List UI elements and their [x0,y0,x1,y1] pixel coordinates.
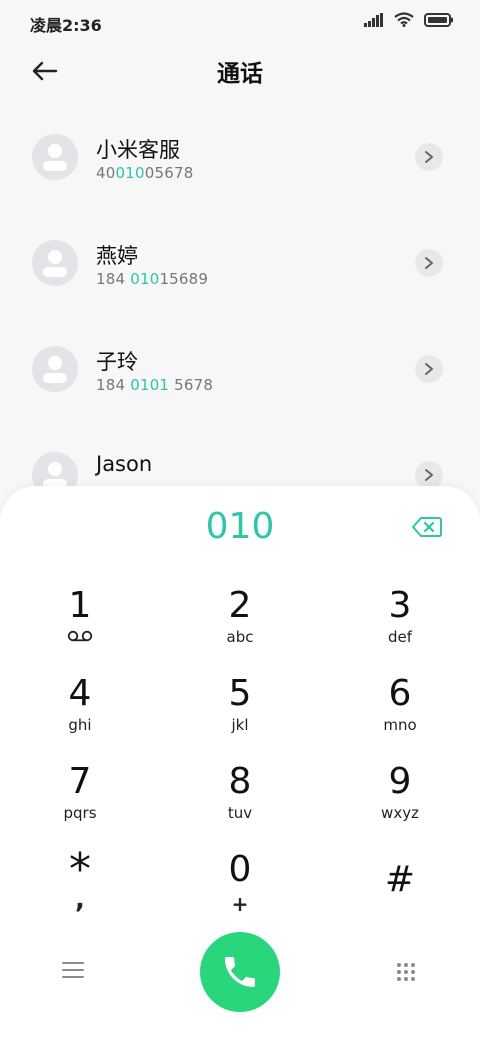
key-hash[interactable]: # [340,860,460,940]
key-letters: abc [226,628,254,646]
key-digit: 9 [388,761,412,802]
key-digit: 0 [228,849,252,890]
contact-number: 184 0101 5678 [96,376,214,394]
contact-detail-button[interactable] [415,143,443,171]
key-digit: # [384,859,416,900]
key-1[interactable]: 1 [20,586,140,666]
key-digit: 1 [68,585,92,626]
key-letters: pqrs [63,804,97,822]
key-letters: + [231,892,249,916]
key-digit: 2 [228,585,252,626]
list-item[interactable]: 小米客服 4001005678 [0,106,480,212]
key-letters: tuv [227,804,253,822]
phone-icon [225,957,255,987]
dialpad-grid-icon[interactable] [396,962,416,982]
key-9[interactable]: 9 wxyz [340,762,460,842]
contact-number: 184 01015689 [96,270,209,288]
key-digit: 6 [388,673,412,714]
status-bar: 凌晨2:36 [0,0,480,44]
dialed-number: 010 [205,506,275,547]
key-8[interactable]: 8 tuv [180,762,300,842]
call-button[interactable] [200,932,280,1012]
menu-icon[interactable] [62,962,84,980]
key-letters: mno [383,716,417,734]
chevron-right-icon [425,257,433,269]
key-7[interactable]: 7 pqrs [20,762,140,842]
status-time: 凌晨2:36 [30,16,102,35]
avatar [32,134,78,180]
contact-detail-button[interactable] [415,461,443,489]
page-title: 通话 [217,61,263,87]
chevron-right-icon [425,469,433,481]
key-letters: , [75,885,85,915]
dialpad-panel: 010 1 2 abc 3 def 4 ghi 5 jkl 6 mno 7 pq… [0,486,480,1040]
list-item[interactable]: 燕婷 184 01015689 [0,212,480,318]
signal-icon [364,12,383,27]
dialer-actions [0,932,480,1012]
contact-name: 子玲 [96,350,138,374]
key-digit: 5 [228,673,252,714]
contact-name: 小米客服 [96,138,180,162]
wifi-icon [394,12,414,27]
contact-list: 小米客服 4001005678 燕婷 184 01015689 子玲 184 0… [0,106,480,530]
key-digit: 8 [228,761,252,802]
contact-detail-button[interactable] [415,355,443,383]
key-letters: jkl [231,716,249,734]
key-digit: 4 [68,673,92,714]
key-2[interactable]: 2 abc [180,586,300,666]
list-item[interactable]: 子玲 184 0101 5678 [0,318,480,424]
key-letters: wxyz [381,804,419,822]
key-letters: def [387,628,413,646]
chevron-right-icon [425,151,433,163]
key-0[interactable]: 0 + [180,850,300,930]
voicemail-icon [20,628,140,646]
avatar [32,240,78,286]
key-letters: ghi [68,716,92,734]
contact-name: 燕婷 [96,244,138,268]
key-digit: 7 [68,761,92,802]
key-3[interactable]: 3 def [340,586,460,666]
contact-detail-button[interactable] [415,249,443,277]
key-digit: * [69,844,91,895]
key-6[interactable]: 6 mno [340,674,460,754]
battery-icon [424,12,453,27]
header: 通话 [0,50,480,90]
backspace-icon[interactable] [412,516,442,538]
key-4[interactable]: 4 ghi [20,674,140,754]
avatar [32,346,78,392]
key-5[interactable]: 5 jkl [180,674,300,754]
contact-name: Jason [96,452,153,476]
contact-number: 4001005678 [96,164,194,182]
key-digit: 3 [388,585,412,626]
key-star[interactable]: * , [20,844,140,930]
chevron-right-icon [425,363,433,375]
